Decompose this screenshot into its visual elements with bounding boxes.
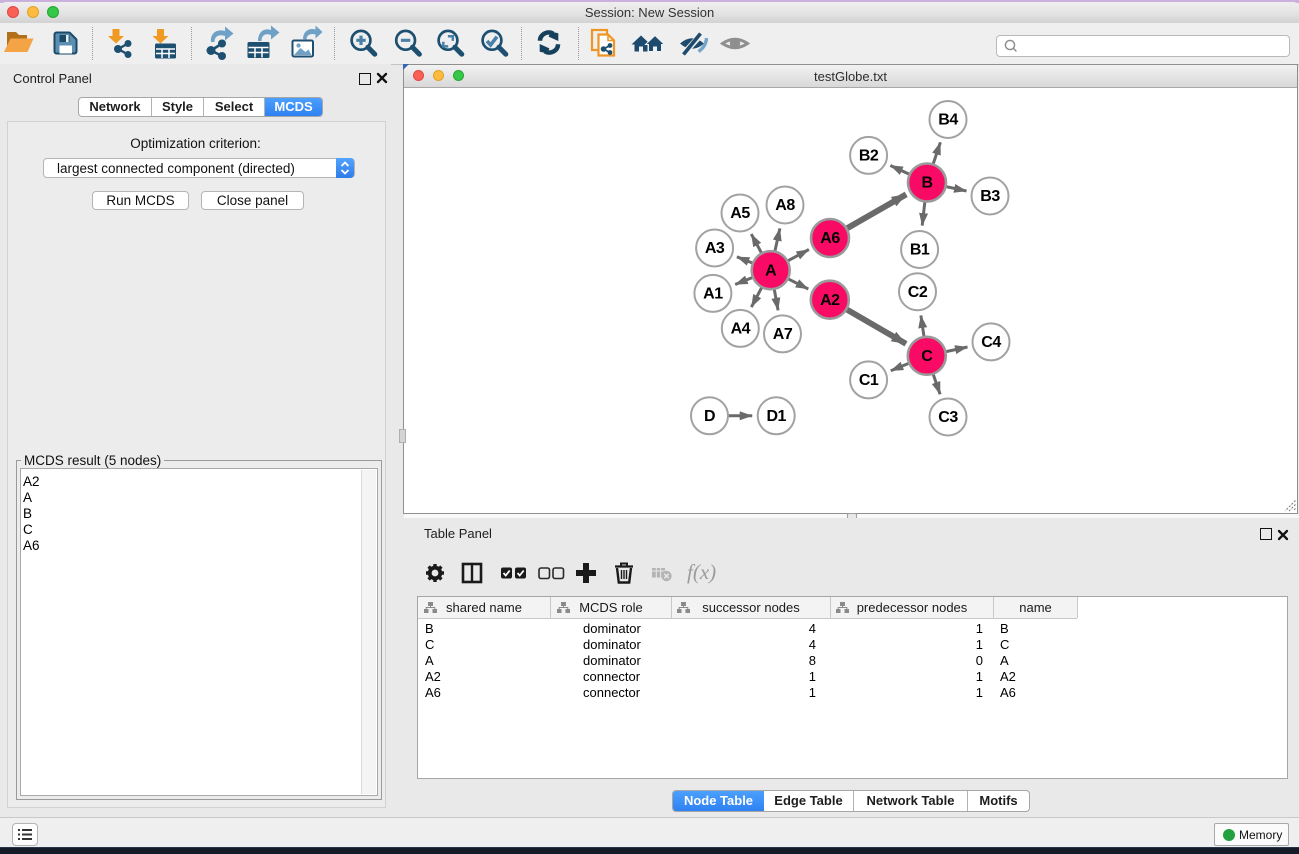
svg-text:C2: C2	[908, 284, 928, 301]
svg-text:C4: C4	[981, 334, 1001, 351]
svg-text:A: A	[765, 262, 777, 279]
svg-text:A3: A3	[705, 240, 725, 257]
svg-text:B3: B3	[980, 188, 1000, 205]
svg-text:B4: B4	[938, 112, 958, 129]
svg-text:B2: B2	[859, 148, 879, 165]
svg-text:C1: C1	[859, 372, 879, 389]
svg-text:D1: D1	[766, 408, 786, 425]
svg-text:A2: A2	[820, 292, 840, 309]
svg-text:A1: A1	[703, 286, 723, 303]
svg-text:f(x): f(x)	[687, 560, 716, 584]
svg-text:A7: A7	[773, 326, 793, 343]
svg-text:C: C	[921, 348, 933, 365]
svg-text:A4: A4	[731, 321, 751, 338]
svg-text:A6: A6	[820, 230, 840, 247]
svg-text:B1: B1	[910, 242, 930, 259]
svg-text:A8: A8	[775, 197, 795, 214]
svg-text:D: D	[704, 408, 715, 425]
svg-text:B: B	[921, 175, 932, 192]
svg-text:C3: C3	[938, 409, 958, 426]
svg-text:A5: A5	[730, 205, 750, 222]
